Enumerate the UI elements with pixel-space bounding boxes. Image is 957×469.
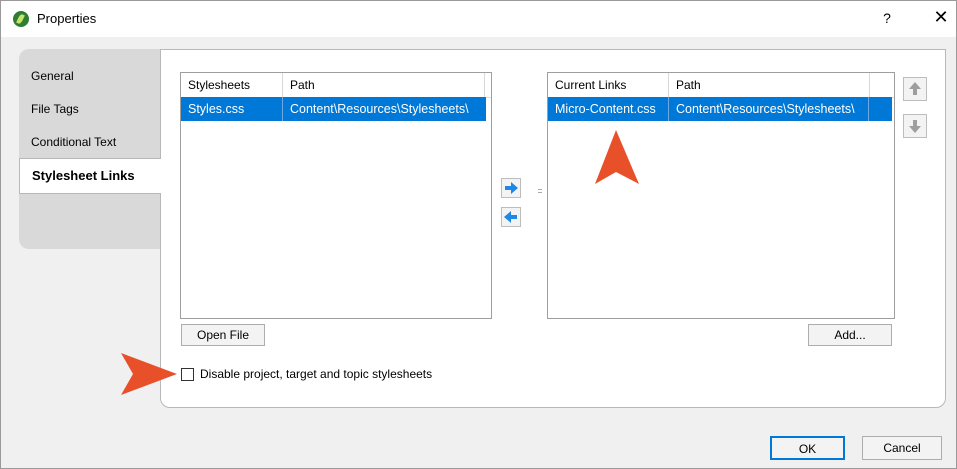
disable-stylesheets-checkbox[interactable] (181, 368, 194, 381)
properties-dialog: Properties ? ✕ General File Tags Conditi… (0, 0, 957, 469)
title-bar: Properties ? ✕ (1, 1, 956, 37)
list-header: Stylesheets Path (181, 73, 491, 98)
help-button[interactable]: ? (877, 10, 897, 26)
row-link-path: Content\Resources\Stylesheets\ (669, 97, 869, 121)
disable-stylesheets-label: Disable project, target and topic styles… (200, 367, 433, 381)
tab-strip-curve (19, 201, 161, 249)
column-current-links[interactable]: Current Links (548, 73, 669, 97)
current-links-list[interactable]: Current Links Path Micro-Content.css Con… (547, 72, 895, 319)
tab-general[interactable]: General (31, 69, 74, 83)
splitter-grip-icon[interactable] (537, 188, 543, 196)
ok-button[interactable]: OK (770, 436, 845, 460)
callout-arrow-right-icon (121, 353, 177, 395)
arrow-up-icon (909, 82, 921, 95)
remove-link-button[interactable] (501, 207, 521, 227)
add-button[interactable]: Add... (808, 324, 892, 346)
window-title: Properties (37, 11, 97, 26)
column-path[interactable]: Path (283, 73, 485, 97)
column-stylesheets[interactable]: Stylesheets (181, 73, 283, 97)
arrow-left-icon (504, 211, 517, 223)
arrow-down-icon (909, 120, 921, 133)
move-down-button[interactable] (903, 114, 927, 138)
table-row[interactable]: Styles.css Content\Resources\Stylesheets… (181, 97, 486, 121)
row-stylesheet-name: Styles.css (181, 97, 283, 121)
callout-arrow-up-icon (595, 130, 639, 184)
move-up-button[interactable] (903, 77, 927, 101)
close-button[interactable]: ✕ (931, 7, 951, 28)
cancel-button[interactable]: Cancel (862, 436, 942, 460)
open-file-button[interactable]: Open File (181, 324, 265, 346)
tab-stylesheet-links[interactable]: Stylesheet Links (19, 158, 161, 194)
tab-file-tags[interactable]: File Tags (31, 102, 79, 116)
add-link-button[interactable] (501, 178, 521, 198)
column-path[interactable]: Path (669, 73, 870, 97)
arrow-right-icon (505, 182, 518, 194)
available-stylesheets-list[interactable]: Stylesheets Path Styles.css Content\Reso… (180, 72, 492, 319)
row-stylesheet-path: Content\Resources\Stylesheets\ (290, 102, 469, 116)
list-header: Current Links Path (548, 73, 894, 98)
app-leaf-icon (13, 11, 29, 27)
table-row[interactable]: Micro-Content.css Content\Resources\Styl… (548, 97, 892, 121)
row-link-name: Micro-Content.css (548, 97, 669, 121)
tab-conditional-text[interactable]: Conditional Text (31, 135, 116, 149)
